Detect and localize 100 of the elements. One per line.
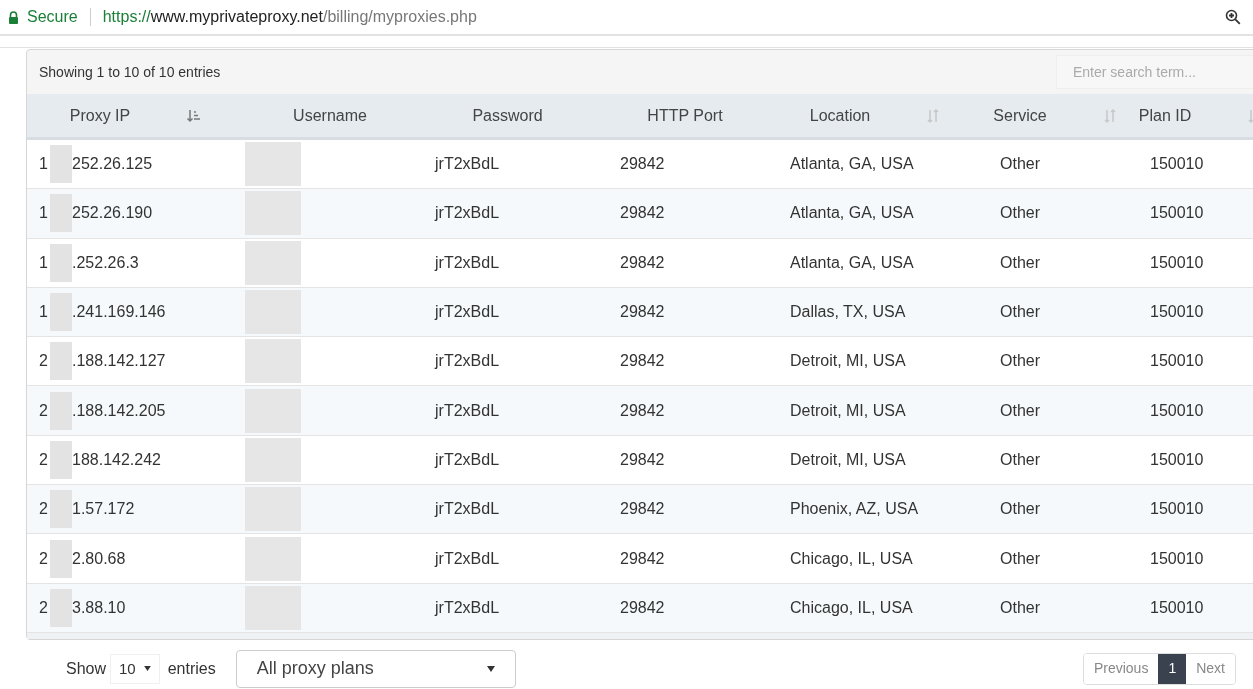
table-cell: 29842 [620,155,665,173]
pagination-button[interactable]: 1 [1158,653,1187,684]
column-header[interactable]: Password [472,103,543,128]
table-cell-text: 2.80.68 [72,548,126,569]
table-cell: Other [1000,500,1040,518]
redaction-block [50,145,72,184]
table-cell-text: .252.26.3 [72,252,139,273]
search-field[interactable]: Enter search term... [1056,55,1253,89]
page-size-select[interactable]: 10 [110,653,160,684]
table-cell: 150010 [1150,303,1204,321]
table-cell: Detroit, MI, USA [790,450,906,468]
table-cell: jrT2xBdL [435,204,500,222]
table-cell: 150010 [1150,450,1204,468]
caret-icon [486,665,495,672]
redaction-block [50,293,72,332]
table-cell: Other [1000,401,1040,419]
caret-icon [143,666,151,672]
table-info: Showing 1 to 10 of 10 entries [39,62,221,82]
show-label: Show [66,658,107,679]
table-cell: 29842 [620,450,665,468]
table-cell: Other [1000,352,1040,370]
table-cell: 150010 [1150,401,1204,419]
redaction-block [50,539,72,578]
column-header[interactable]: HTTP Port [647,103,723,128]
plan-filter-select[interactable]: All proxy plans [235,649,516,688]
sort-descending-icon[interactable] [186,107,203,124]
table-cell: 29842 [620,204,665,222]
table-cell: 150010 [1150,253,1204,271]
table-cell: Other [1000,303,1040,321]
table-cell: 29842 [620,500,665,518]
table-cell: Atlanta, GA, USA [790,155,914,173]
table-cell: jrT2xBdL [435,500,500,518]
table-cell-text: 2 [39,548,49,569]
table-cell: 150010 [1150,204,1204,222]
table-cell: Detroit, MI, USA [790,352,906,370]
table-cell-text: .188.142.127 [72,351,166,372]
table-cell-text: 1 [39,154,49,175]
table-cell: 150010 [1150,598,1204,616]
table-cell: 150010 [1150,155,1204,173]
table-cell: Dallas, TX, USA [790,303,906,321]
column-header[interactable]: Plan ID [1138,103,1253,128]
table-cell-text: 1 [39,252,49,273]
table-cell-text: 3.88.10 [72,597,126,618]
url-text[interactable]: https://www.myprivateproxy.net/billing/myproxies.php [102,5,477,29]
column-header[interactable]: Location [809,103,941,128]
table-cell: Other [1000,253,1040,271]
table-cell: Atlanta, GA, USA [790,204,914,222]
table-cell: Other [1000,450,1040,468]
redaction-block [50,342,72,381]
table-cell: jrT2xBdL [435,155,500,173]
table-cell: jrT2xBdL [435,352,500,370]
secure-label: Secure [27,7,78,27]
column-header[interactable]: Proxy IP [69,103,203,128]
table-cell: jrT2xBdL [435,303,500,321]
redaction-block [50,440,72,479]
table-cell: jrT2xBdL [435,450,500,468]
table-cell: 29842 [620,401,665,419]
table-cell: 29842 [620,598,665,616]
table-cell: 150010 [1150,549,1204,567]
table-cell: Phoenix, AZ, USA [790,500,919,518]
table-cell-text: 252.26.125 [72,154,153,175]
lock-icon [8,10,19,24]
table-cell-text: 1 [39,302,49,323]
table-cell-text: 2 [39,449,49,470]
table-cell-text: 1.57.172 [72,499,135,520]
table-cell: 29842 [620,303,665,321]
table-cell: Chicago, IL, USA [790,549,913,567]
table-cell-text: .188.142.205 [72,400,166,421]
table-cell: jrT2xBdL [435,598,500,616]
table-cell: jrT2xBdL [435,401,500,419]
table-cell-text: 1 [39,203,49,224]
table-cell-text: 188.142.242 [72,449,161,470]
zoom-in-icon[interactable] [1225,9,1241,25]
table-cell: 150010 [1150,500,1204,518]
table-cell: Other [1000,155,1040,173]
redaction-block [50,490,72,529]
redaction-block [50,194,72,233]
table-cell: jrT2xBdL [435,549,500,567]
table-cell: Other [1000,204,1040,222]
table-cell: Detroit, MI, USA [790,401,906,419]
table-cell-text: 2 [39,351,49,372]
sort-icon[interactable] [926,107,941,124]
redaction-block [50,588,72,627]
table-cell: 29842 [620,549,665,567]
table-cell: 29842 [620,253,665,271]
column-header[interactable]: Username [293,103,367,128]
table-cell-text: 2 [39,400,49,421]
sort-icon[interactable] [1102,107,1117,124]
table-cell: 150010 [1150,352,1204,370]
table-cell: 29842 [620,352,665,370]
table-cell: Chicago, IL, USA [790,598,913,616]
table-cell-text: 252.26.190 [72,203,153,224]
redaction-block [50,243,72,282]
table-cell: Atlanta, GA, USA [790,253,914,271]
table-cell: Other [1000,598,1040,616]
column-header[interactable]: Service [993,103,1117,128]
table-cell: Other [1000,549,1040,567]
table-cell: jrT2xBdL [435,253,500,271]
table-cell-text: 2 [39,597,49,618]
entries-label: entries [167,658,216,679]
